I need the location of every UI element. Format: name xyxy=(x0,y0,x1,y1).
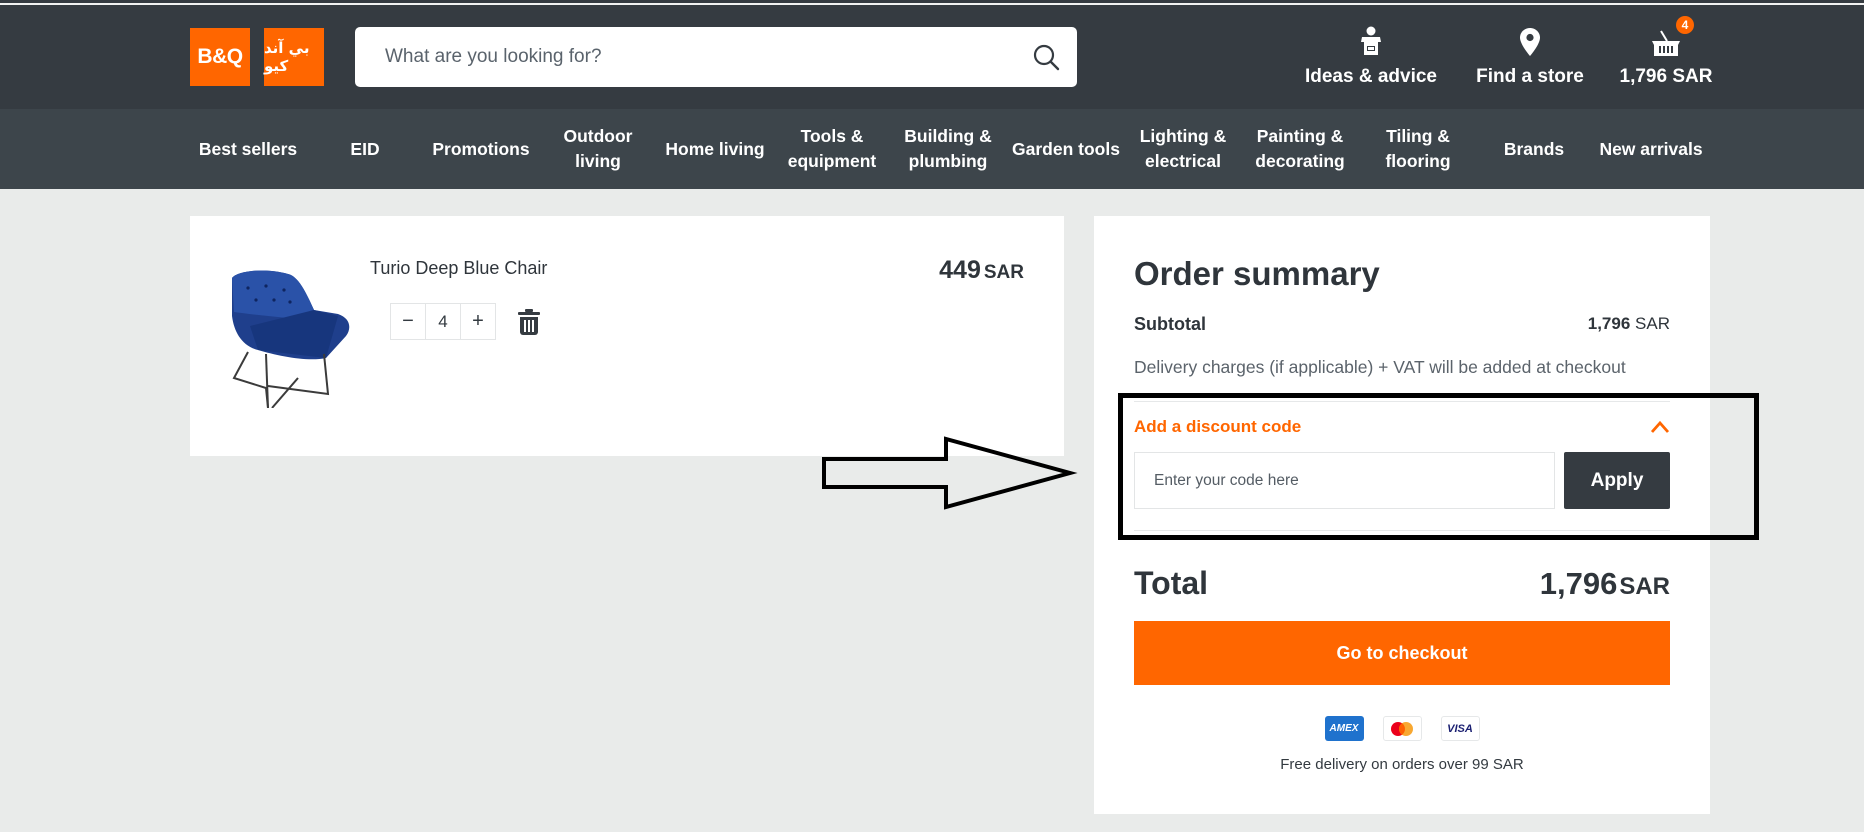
amex-icon: AMEX xyxy=(1324,716,1364,741)
increase-quantity-button[interactable]: + xyxy=(461,304,495,339)
product-name[interactable]: Turio Deep Blue Chair xyxy=(370,258,547,279)
header-bar: B&Q بي آند كيو Ideas & advice Find a sto… xyxy=(0,0,1864,109)
quantity-value[interactable]: 4 xyxy=(425,304,461,339)
nav-item-brands[interactable]: Brands xyxy=(1492,109,1576,189)
subtotal-currency: SAR xyxy=(1635,314,1670,333)
search-icon[interactable] xyxy=(1031,42,1061,72)
product-image-chair[interactable] xyxy=(228,266,354,408)
ideas-advice-label: Ideas & advice xyxy=(1304,66,1438,87)
subtotal-row: Subtotal 1,796 SAR xyxy=(1134,314,1670,335)
basket-icon xyxy=(1652,30,1680,56)
category-nav: Best sellers EID Promotions Outdoor livi… xyxy=(0,109,1864,189)
discount-code-toggle[interactable]: Add a discount code xyxy=(1134,417,1301,437)
apply-discount-button[interactable]: Apply xyxy=(1564,452,1670,509)
search-bar xyxy=(355,27,1077,87)
total-amount: 1,796SAR xyxy=(1540,566,1670,602)
nav-item-best-sellers[interactable]: Best sellers xyxy=(192,109,304,189)
order-summary-title: Order summary xyxy=(1134,255,1380,292)
bq-arabic-logo[interactable]: بي آند كيو xyxy=(264,28,324,86)
mastercard-icon xyxy=(1382,716,1422,741)
ideas-advice-link[interactable]: Ideas & advice xyxy=(1300,22,1442,88)
nav-item-painting-decorating[interactable]: Painting & decorating xyxy=(1248,109,1352,189)
decrease-quantity-button[interactable]: − xyxy=(391,304,425,339)
delivery-vat-note: Delivery charges (if applicable) + VAT w… xyxy=(1134,357,1626,377)
chevron-up-icon[interactable] xyxy=(1650,420,1670,434)
subtotal-amount: 1,796 SAR xyxy=(1588,314,1670,335)
free-delivery-note: Free delivery on orders over 99 SAR xyxy=(1280,756,1524,773)
payment-methods: AMEX VISA xyxy=(1094,716,1710,741)
subtotal-label: Subtotal xyxy=(1134,314,1206,334)
trash-icon[interactable] xyxy=(518,309,540,335)
product-price-currency: SAR xyxy=(983,262,1024,283)
annotation-arrow-icon xyxy=(822,436,1078,510)
apron-person-icon xyxy=(1361,26,1381,55)
nav-item-promotions[interactable]: Promotions xyxy=(423,109,539,189)
total-label: Total xyxy=(1134,565,1209,601)
nav-item-building-plumbing[interactable]: Building & plumbing xyxy=(898,109,998,189)
basket-count-badge: 4 xyxy=(1676,16,1694,34)
divider xyxy=(1134,401,1670,402)
nav-item-new-arrivals[interactable]: New arrivals xyxy=(1597,109,1705,189)
nav-item-lighting-electrical[interactable]: Lighting & electrical xyxy=(1134,109,1232,189)
cart-item-card: Turio Deep Blue Chair 449 SAR − 4 + xyxy=(190,216,1064,456)
discount-code-input[interactable] xyxy=(1134,452,1555,509)
visa-icon: VISA xyxy=(1440,716,1480,741)
nav-item-eid[interactable]: EID xyxy=(325,109,405,189)
nav-item-tiling-flooring[interactable]: Tiling & flooring xyxy=(1376,109,1460,189)
product-price: 449 SAR xyxy=(939,256,1024,285)
nav-item-garden-tools[interactable]: Garden tools xyxy=(1008,109,1124,189)
order-summary-panel: Order summary Subtotal 1,796 SAR Deliver… xyxy=(1094,216,1710,814)
search-input[interactable] xyxy=(385,46,1025,68)
basket-total: 1,796 SAR xyxy=(1619,66,1713,87)
nav-item-outdoor-living[interactable]: Outdoor living xyxy=(552,109,644,189)
top-border-line xyxy=(0,3,1864,5)
find-store-label: Find a store xyxy=(1476,66,1584,87)
total-value: 1,796 xyxy=(1539,566,1618,601)
go-to-checkout-button[interactable]: Go to checkout xyxy=(1134,621,1670,685)
quantity-stepper: − 4 + xyxy=(390,303,496,340)
divider xyxy=(1134,530,1670,531)
find-store-link[interactable]: Find a store xyxy=(1470,22,1590,88)
bq-logo[interactable]: B&Q xyxy=(190,28,250,86)
basket-link[interactable]: 4 1,796 SAR xyxy=(1612,16,1720,88)
nav-item-home-living[interactable]: Home living xyxy=(656,109,774,189)
subtotal-value: 1,796 xyxy=(1587,314,1631,333)
total-row: Total 1,796SAR xyxy=(1134,565,1670,602)
product-price-value: 449 xyxy=(939,256,981,284)
nav-item-tools-equipment[interactable]: Tools & equipment xyxy=(782,109,882,189)
total-currency: SAR xyxy=(1619,573,1670,600)
map-pin-icon xyxy=(1520,28,1540,56)
